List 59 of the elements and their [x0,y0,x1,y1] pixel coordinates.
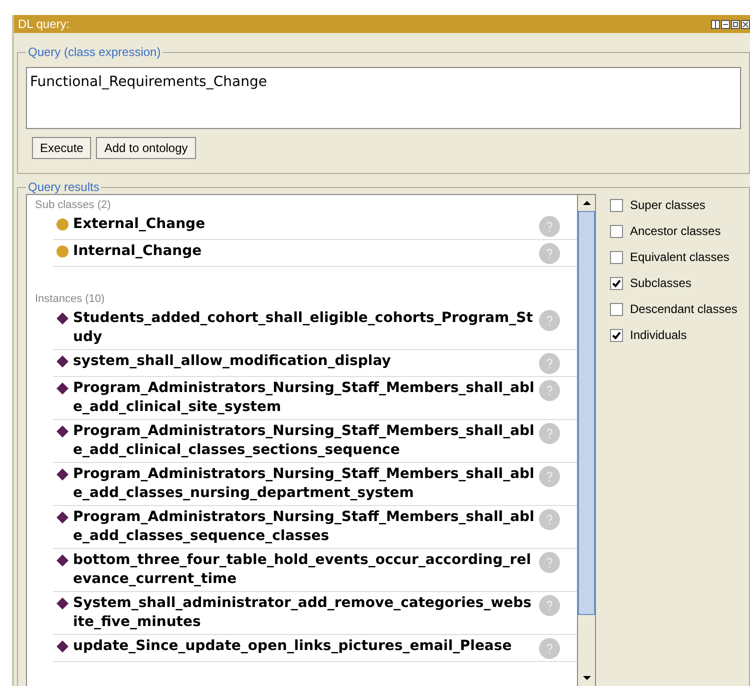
checkbox-label[interactable]: Equivalent classes [630,250,730,264]
query-button[interactable]: Execute [32,137,92,159]
checkbox[interactable] [610,198,623,212]
maximize-icon[interactable] [731,20,740,28]
checkbox[interactable] [610,250,623,264]
individual-diamond-icon [56,312,69,325]
result-item[interactable]: Program_Administrators_Nursing_Staff_Members_shall_able_add_classes_nursing_department_system [73,465,535,503]
minimize-icon[interactable] [721,20,730,28]
checkbox[interactable] [610,302,623,316]
result-item[interactable]: Program_Administrators_Nursing_Staff_Members_shall_able_add_clinical_site_system [73,379,535,417]
class-dot-icon [56,245,69,258]
group-legend: Query results [26,180,102,194]
checkbox-label[interactable]: Individuals [630,328,687,342]
checkbox-label[interactable]: Descendant classes [630,302,738,316]
result-item[interactable]: Program_Administrators_Nursing_Staff_Members_shall_able_add_classes_sequence_classes [73,508,535,546]
help-icon[interactable] [539,552,560,573]
checkbox-label[interactable]: Ancestor classes [630,224,721,238]
help-icon[interactable] [539,638,560,659]
result-item[interactable]: system_shall_allow_modification_display [73,352,535,371]
query-button[interactable]: Add to ontology [96,137,196,159]
group-legend: Query (class expression) [26,45,163,59]
help-icon[interactable] [539,243,560,264]
help-icon[interactable] [539,509,560,530]
checkbox[interactable] [610,276,623,290]
window-title: DL query: [18,17,70,31]
checkbox[interactable] [610,224,623,238]
individual-diamond-icon [56,511,69,524]
individual-diamond-icon [56,355,69,368]
help-icon[interactable] [539,353,560,374]
help-icon[interactable] [539,423,560,444]
query-field[interactable]: Functional_Requirements_Change [26,67,741,129]
scrollbar[interactable] [577,195,595,686]
result-item[interactable]: System_shall_administrator_add_remove_categories_website_five_minutes [73,594,535,632]
result-item[interactable]: Students_added_cohort_shall_eligible_cohorts_Program_Study [73,309,535,347]
individual-diamond-icon [56,640,69,653]
help-icon[interactable] [539,216,560,237]
individual-diamond-icon [56,554,69,567]
class-dot-icon [56,218,69,231]
checkbox-label[interactable]: Super classes [630,198,706,212]
section-heading: Instances (10) [35,293,106,305]
help-icon[interactable] [539,380,560,401]
split-view-icon[interactable] [711,20,720,28]
result-item[interactable]: External_Change [73,215,535,234]
result-item[interactable]: Internal_Change [73,242,535,261]
individual-diamond-icon [56,382,69,395]
help-icon[interactable] [539,310,560,331]
checkbox-label[interactable]: Subclasses [630,276,692,290]
close-icon[interactable] [741,20,750,28]
checkbox[interactable] [610,328,623,342]
individual-diamond-icon [56,597,69,610]
individual-diamond-icon [56,425,69,438]
result-item[interactable]: bottom_three_four_table_hold_events_occur_according_relevance_current_time [73,551,535,589]
scrollbar-thumb[interactable] [578,211,595,615]
help-icon[interactable] [539,466,560,487]
individual-diamond-icon [56,468,69,481]
result-item[interactable]: update_Since_update_open_links_pictures_email_Please [73,637,535,656]
result-item[interactable]: Program_Administrators_Nursing_Staff_Members_shall_able_add_clinical_classes_sections_sequence [73,422,535,460]
section-heading: Sub classes (2) [35,199,112,211]
help-icon[interactable] [539,595,560,616]
